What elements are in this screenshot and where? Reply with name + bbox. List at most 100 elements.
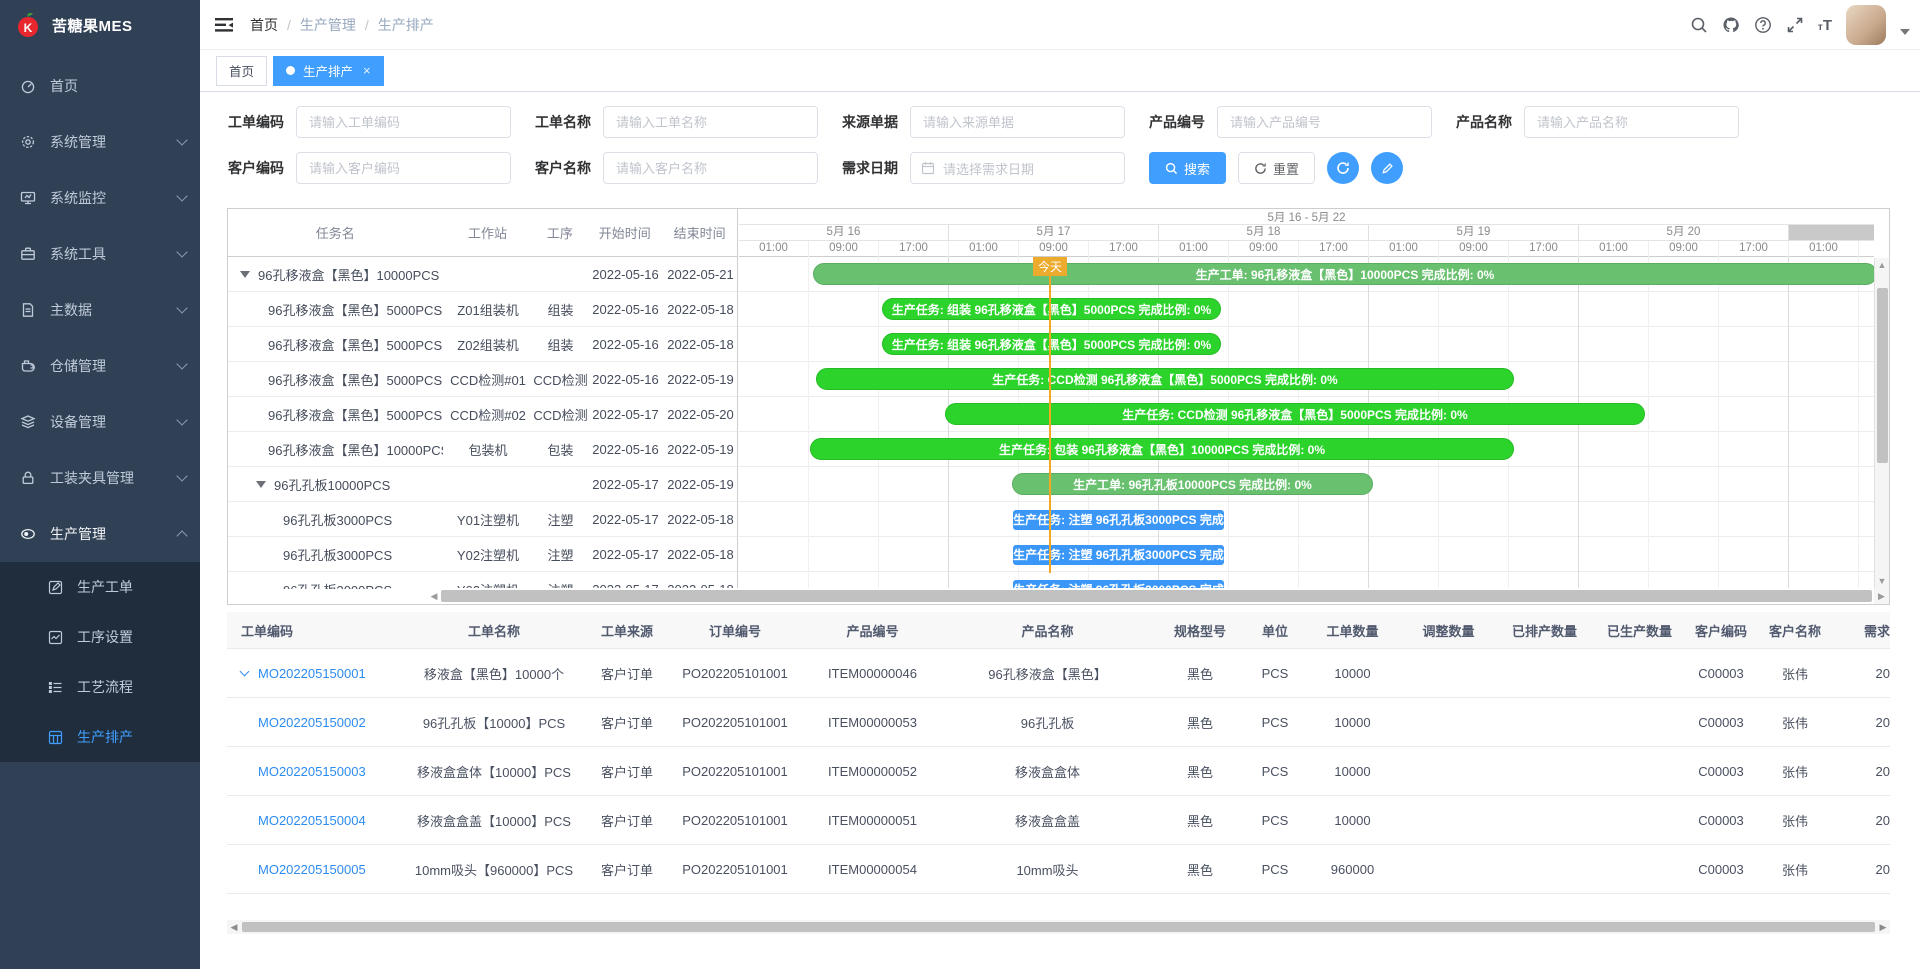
caret-down-icon[interactable]: [1900, 29, 1910, 35]
sidebar-item-production-orders[interactable]: 生产工单: [0, 562, 200, 612]
table-row[interactable]: MO202205150003 移液盒盒体【10000】PCS客户订单PO2022…: [227, 747, 1890, 796]
sidebar-item-home[interactable]: 首页: [0, 58, 200, 114]
tab-close-icon[interactable]: ×: [363, 63, 371, 78]
customer-code-input[interactable]: [296, 152, 511, 184]
sidebar-item-label: 生产工单: [77, 577, 133, 597]
sidebar-item-process-flow[interactable]: 工艺流程: [0, 662, 200, 712]
sidebar-item-fixtures[interactable]: 工装夹具管理: [0, 450, 200, 506]
order-code-input[interactable]: [296, 106, 511, 138]
product-code-input[interactable]: [1217, 106, 1432, 138]
order-link[interactable]: MO202205150003: [258, 764, 366, 779]
gantt-row[interactable]: 96孔孔板3000PCSY03注塑机注塑2022-05-172022-05-18: [228, 572, 737, 589]
filter-customer-code: 客户编码: [228, 152, 511, 184]
gantt-row[interactable]: 96孔孔板3000PCSY01注塑机注塑2022-05-172022-05-18: [228, 502, 737, 537]
scroll-down-icon[interactable]: ▼: [1875, 576, 1889, 586]
scrollbar-thumb[interactable]: [441, 590, 1872, 602]
sidebar-item-system-mgmt[interactable]: 系统管理: [0, 114, 200, 170]
gantt-bar-task[interactable]: 生产任务: CCD检测 96孔移液盒【黑色】5000PCS 完成比例: 0%: [816, 368, 1514, 390]
collapse-triangle-icon[interactable]: [256, 481, 266, 488]
grid-icon: [48, 730, 63, 745]
refresh-gantt-button[interactable]: [1327, 152, 1359, 184]
chevron-down-icon: [176, 414, 187, 425]
search-icon[interactable]: [1690, 16, 1708, 34]
sidebar-item-label: 工序设置: [77, 627, 133, 647]
day-cell: 5月 17: [949, 225, 1159, 240]
avatar[interactable]: [1846, 5, 1886, 45]
product-name-input[interactable]: [1524, 106, 1739, 138]
sidebar-item-equipment[interactable]: 设备管理: [0, 394, 200, 450]
search-button[interactable]: 搜索: [1149, 152, 1226, 184]
customer-name-input[interactable]: [603, 152, 818, 184]
gantt-bar-task[interactable]: 生产任务: 组装 96孔移液盒【黑色】5000PCS 完成比例: 0%: [882, 333, 1221, 355]
gantt-bar-task[interactable]: 生产任务: 组装 96孔移液盒【黑色】5000PCS 完成比例: 0%: [882, 298, 1221, 320]
sidebar-item-process-settings[interactable]: 工序设置: [0, 612, 200, 662]
scroll-left-icon[interactable]: ◀: [427, 591, 441, 602]
order-name-input[interactable]: [603, 106, 818, 138]
font-size-icon[interactable]: тT: [1818, 17, 1832, 34]
edit-button[interactable]: [1371, 152, 1403, 184]
demand-date-picker[interactable]: 请选择需求日期: [910, 152, 1125, 184]
gantt-bar-workorder[interactable]: 生产工单: 96孔孔板10000PCS 完成比例: 0%: [1012, 473, 1373, 495]
sidebar-item-production-scheduling[interactable]: 生产排产: [0, 712, 200, 762]
sidebar-item-warehouse[interactable]: 仓储管理: [0, 338, 200, 394]
col-workstation: 工作站: [443, 223, 533, 242]
day-cell-weekend: 5月 21: [1789, 225, 1874, 240]
fullscreen-icon[interactable]: [1786, 16, 1804, 34]
gantt-vertical-scrollbar[interactable]: ▲ ▼: [1874, 258, 1889, 588]
collapse-triangle-icon[interactable]: [240, 271, 250, 278]
field-label: 产品编号: [1149, 112, 1205, 132]
scrollbar-thumb[interactable]: [242, 922, 1875, 932]
table-row[interactable]: MO202205150001 移液盒【黑色】10000个客户订单PO202205…: [227, 649, 1890, 698]
main-area: 首页 / 生产管理 / 生产排产 тT 首页 生产排产 ×: [200, 0, 1920, 969]
chevron-down-icon: [176, 470, 187, 481]
github-icon[interactable]: [1722, 16, 1740, 34]
filter-demand-date: 需求日期 请选择需求日期: [842, 152, 1125, 184]
scrollbar-thumb[interactable]: [1877, 288, 1888, 463]
tab-home[interactable]: 首页: [216, 56, 267, 86]
breadcrumb-production-mgmt[interactable]: 生产管理: [300, 15, 356, 35]
app-logo[interactable]: K 苦糖果MES: [0, 0, 200, 50]
gantt-row[interactable]: 96孔移液盒【黑色】5000PCSZ02组装机组装2022-05-162022-…: [228, 327, 737, 362]
order-link[interactable]: MO202205150005: [258, 862, 366, 877]
work-orders-table: 工单编码工单名称工单来源订单编号产品编号产品名称规格型号单位工单数量调整数量已排…: [227, 612, 1890, 914]
breadcrumb-scheduling[interactable]: 生产排产: [378, 15, 434, 35]
gantt-bar-workorder[interactable]: 生产工单: 96孔移液盒【黑色】10000PCS 完成比例: 0%: [813, 263, 1874, 285]
sidebar-item-system-tools[interactable]: 系统工具: [0, 226, 200, 282]
table-horizontal-scrollbar[interactable]: ◀ ▶: [227, 920, 1890, 934]
table-row[interactable]: MO202205150005 10mm吸头【960000】PCS客户订单PO20…: [227, 845, 1890, 894]
scroll-up-icon[interactable]: ▲: [1875, 260, 1889, 270]
table-row[interactable]: MO202205150004 移液盒盒盖【10000】PCS客户订单PO2022…: [227, 796, 1890, 845]
help-icon[interactable]: [1754, 16, 1772, 34]
gantt-horizontal-scrollbar[interactable]: ◀: [427, 588, 1874, 604]
scroll-right-icon[interactable]: ▶: [1874, 588, 1889, 604]
scroll-right-icon[interactable]: ▶: [1876, 922, 1890, 933]
gantt-row[interactable]: 96孔移液盒【黑色】5000PCSCCD检测#02CCD检测2022-05-17…: [228, 397, 737, 432]
order-link[interactable]: MO202205150002: [258, 715, 366, 730]
gantt-row[interactable]: 96孔移液盒【黑色】10000PCS2022-05-162022-05-21: [228, 257, 737, 292]
gantt-row[interactable]: 96孔移液盒【黑色】10000PCS包装机包装2022-05-162022-05…: [228, 432, 737, 467]
sidebar-item-system-monitor[interactable]: 系统监控: [0, 170, 200, 226]
gantt-timeline: 5月 16 - 5月 22 5月 16 5月 17 5月 18 5月 19 5月…: [739, 209, 1874, 604]
row-expand-icon[interactable]: [240, 667, 250, 677]
gantt-row[interactable]: 96孔移液盒【黑色】5000PCSCCD检测#01CCD检测2022-05-16…: [228, 362, 737, 397]
gantt-row[interactable]: 96孔孔板10000PCS2022-05-172022-05-19: [228, 467, 737, 502]
gantt-bar-task-selected[interactable]: 生产任务: 注塑 96孔孔板3000PCS 完成: [1013, 545, 1224, 565]
source-doc-input[interactable]: [910, 106, 1125, 138]
order-link[interactable]: MO202205150001: [258, 666, 366, 681]
breadcrumb-home[interactable]: 首页: [250, 15, 278, 35]
pencil-icon: [1381, 162, 1394, 175]
reset-button[interactable]: 重置: [1238, 152, 1315, 184]
gantt-row[interactable]: 96孔孔板3000PCSY02注塑机注塑2022-05-172022-05-18: [228, 537, 737, 572]
sidebar-collapse-icon[interactable]: [214, 16, 234, 34]
tab-production-scheduling[interactable]: 生产排产 ×: [273, 56, 384, 86]
table-row[interactable]: MO202205150002 96孔孔板【10000】PCS客户订单PO2022…: [227, 698, 1890, 747]
gantt-row[interactable]: 96孔移液盒【黑色】5000PCSZ01组装机组装2022-05-162022-…: [228, 292, 737, 327]
gantt-bar-task-selected[interactable]: 生产任务: 注塑 96孔孔板3000PCS 完成: [1013, 510, 1224, 530]
scroll-left-icon[interactable]: ◀: [227, 922, 241, 933]
order-link[interactable]: MO202205150004: [258, 813, 366, 828]
gantt-timeline-header: 5月 16 - 5月 22 5月 16 5月 17 5月 18 5月 19 5月…: [739, 209, 1874, 257]
gantt-bar-task[interactable]: 生产任务: 包装 96孔移液盒【黑色】10000PCS 完成比例: 0%: [810, 438, 1514, 460]
sidebar-item-production[interactable]: 生产管理: [0, 506, 200, 562]
dashboard-icon: [20, 78, 36, 94]
sidebar-item-master-data[interactable]: 主数据: [0, 282, 200, 338]
